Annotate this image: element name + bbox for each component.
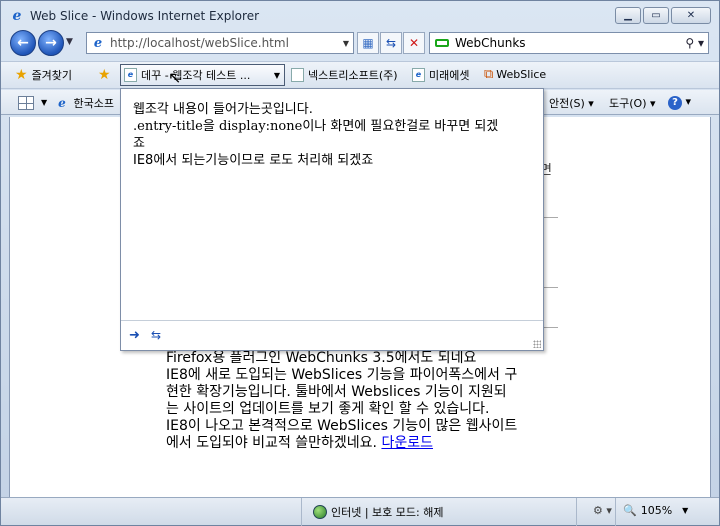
minimize-button[interactable]: ▁ (615, 7, 641, 24)
content-line: Firefox용 플러그인 WebChunks 3.5에서도 되네요 (166, 350, 477, 366)
popup-text: 이나 화면에 필요한걸로 바꾸면 되겠 (302, 119, 499, 134)
popup-line: 죠 (133, 136, 145, 151)
security-zone[interactable]: 인터넷 | 보호 모드: 해제 (313, 504, 443, 520)
tools-menu[interactable]: 도구(O) ▾ (609, 95, 656, 111)
popup-code-text: .entry-title (133, 119, 203, 134)
chevron-down-icon: ▼ (273, 70, 280, 80)
title-bar: e Web Slice - Windows Internet Explorer … (1, 1, 719, 31)
content-line: IE8에 새로 도입되는 WebSlices 기능을 파이어폭스에서 구 (166, 367, 518, 383)
webslice-popup: 웹조각 내용이 들어가는곳입니다. .entry-title을 display:… (120, 88, 544, 351)
status-bar: 인터넷 | 보호 모드: 해제 ⚙ ▾ 🔍 105% ▼ (1, 497, 719, 526)
popup-footer: ➜ ⇆ (121, 320, 543, 350)
favorites-button[interactable]: ★ 즐겨찾기 (15, 67, 72, 83)
content-line: 현한 확장기능입니다. 툴바에서 Webslices 기능이 지원되 (166, 384, 507, 400)
tab-page-icon: e (58, 96, 66, 110)
compatibility-view-button[interactable]: ▦ (357, 32, 379, 54)
forward-button[interactable]: → (38, 30, 64, 56)
page-icon (291, 68, 304, 82)
favorites-bar: ★ 즐겨찾기 ★ e 데꾸 - 웹조각 테스트 ... ▼ 넥스트리소프트(주)… (1, 61, 719, 89)
webslice-dropdown-button[interactable]: e 데꾸 - 웹조각 테스트 ... ▼ (120, 64, 285, 86)
address-dropdown-icon[interactable]: ▼ (343, 39, 349, 48)
zone-label: 인터넷 | 보호 모드: 해제 (331, 506, 444, 519)
page-icon: e (93, 35, 103, 51)
refresh-slice-icon[interactable]: ⇆ (151, 328, 161, 342)
favorites-label: 즐겨찾기 (31, 69, 73, 82)
tab-list-dropdown-icon[interactable]: ▼ (41, 98, 47, 107)
help-menu[interactable]: ? ▾ (668, 95, 691, 110)
download-link[interactable]: 다운로드 (381, 435, 433, 451)
stop-button[interactable]: ✕ (403, 32, 425, 54)
webslice-icon: ⧉ (484, 67, 494, 82)
status-divider (576, 498, 577, 526)
search-bar[interactable]: WebChunks ⚲ ▾ (429, 32, 709, 54)
chevron-down-icon: ▼ (682, 506, 689, 515)
fav-link-webslice[interactable]: ⧉ WebSlice (484, 67, 546, 82)
fav-link-label: 미래에셋 (429, 69, 470, 82)
search-provider[interactable]: WebChunks (455, 36, 685, 50)
stop-icon: ✕ (408, 36, 420, 50)
forward-arrow-icon: → (45, 35, 57, 51)
fav-link-mirae[interactable]: e 미래에셋 (412, 67, 469, 83)
webchunks-icon (435, 39, 449, 47)
content-line-text: 에서 도입되야 비교적 쓸만하겠네요. (166, 435, 382, 451)
address-input[interactable]: http://localhost/webSlice.html (110, 36, 343, 50)
zoom-level: 105% (640, 504, 673, 517)
back-button[interactable]: ← (10, 30, 36, 56)
window-title: Web Slice - Windows Internet Explorer (30, 9, 260, 23)
popup-blocker-icon[interactable]: ⚙ ▾ (593, 504, 612, 517)
help-icon: ? (668, 96, 682, 110)
fav-link-label: 넥스트리소프트(주) (308, 69, 398, 82)
safety-label: 안전(S) (549, 97, 585, 110)
zoom-magnifier-icon: 🔍 (623, 504, 637, 517)
tab-label: 한국소프 (73, 97, 114, 110)
window-controls: ▁ ▭ ✕ (615, 7, 711, 24)
go-to-page-icon[interactable]: ➜ (129, 328, 140, 343)
page-icon: e (412, 68, 425, 82)
slice-page-icon: e (124, 68, 137, 82)
content-line: 에서 도입되야 비교적 쓸만하겠네요. 다운로드 (166, 435, 566, 452)
maximize-button[interactable]: ▭ (643, 7, 669, 24)
status-divider (615, 498, 616, 526)
close-button[interactable]: ✕ (671, 7, 711, 24)
refresh-icon: ⇆ (385, 36, 397, 50)
address-row: ← → ▼ e http://localhost/webSlice.html ▼… (1, 29, 719, 57)
mouse-cursor-icon: ↖ (168, 68, 182, 87)
article-text: Firefox용 플러그인 WebChunks 3.5에서도 되네요 IE8에 … (166, 350, 566, 452)
popup-text: 을 (202, 119, 219, 134)
safety-menu[interactable]: 안전(S) ▾ (549, 95, 594, 111)
add-favorites-button[interactable]: ★ (98, 67, 115, 83)
search-icon[interactable]: ⚲ ▾ (685, 36, 704, 50)
content-line: 는 사이트의 업데이트를 보기 좋게 확인 할 수 있습니다. (166, 401, 490, 417)
add-favorite-star-icon: ★ (98, 67, 111, 83)
compatibility-icon: ▦ (362, 36, 374, 50)
ie-window: e Web Slice - Windows Internet Explorer … (0, 0, 720, 526)
resize-grip-icon[interactable] (533, 340, 541, 348)
tab-hankook[interactable]: e 한국소프 (56, 95, 114, 111)
popup-body: 웹조각 내용이 들어가는곳입니다. .entry-title을 display:… (133, 101, 533, 169)
favorites-star-icon: ★ (15, 67, 28, 83)
fav-link-nextree[interactable]: 넥스트리소프트(주) (291, 67, 398, 83)
popup-code-text: display:none (218, 119, 303, 134)
popup-line: 웹조각 내용이 들어가는곳입니다. (133, 102, 313, 117)
status-divider (301, 498, 302, 526)
history-dropdown-icon[interactable]: ▼ (66, 37, 73, 47)
internet-globe-icon (313, 505, 327, 519)
refresh-button[interactable]: ⇆ (380, 32, 402, 54)
address-bar[interactable]: e http://localhost/webSlice.html ▼ (86, 32, 354, 54)
zoom-control[interactable]: 🔍 105% ▼ (623, 504, 688, 517)
fav-link-label: WebSlice (496, 68, 547, 81)
tools-label: 도구(O) (609, 97, 647, 110)
back-arrow-icon: ← (17, 35, 29, 51)
ie-logo-icon: e (12, 8, 22, 24)
popup-line: IE8에서 되는기능이므로 로도 처리해 되겠죠 (133, 153, 374, 168)
popup-line: .entry-title을 display:none이나 화면에 필요한걸로 바… (133, 118, 533, 135)
quick-tabs-icon[interactable] (18, 96, 34, 110)
content-line: IE8이 나오고 본격적으로 WebSlices 기능이 많은 웹사이트 (166, 418, 518, 434)
webslice-label: 데꾸 - 웹조각 테스트 ... (141, 69, 251, 82)
